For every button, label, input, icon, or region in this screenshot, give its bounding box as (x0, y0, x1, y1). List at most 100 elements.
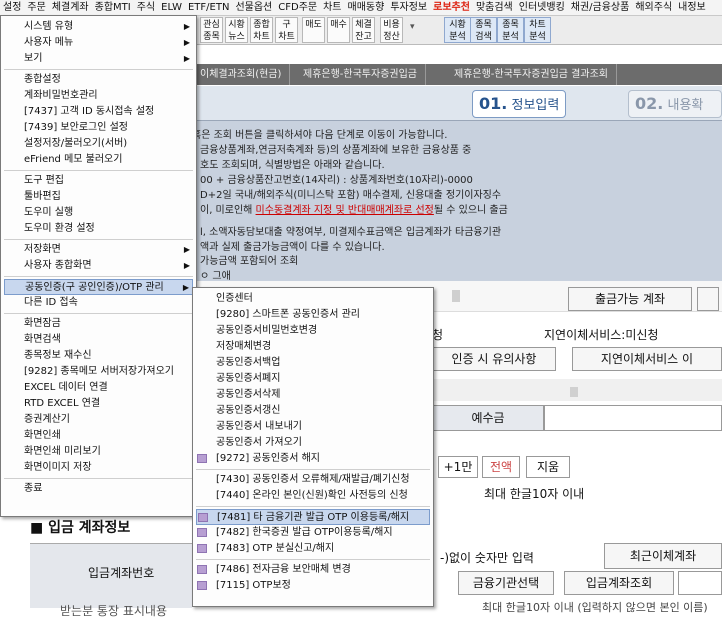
settings-menu: 시스템 유형 ▶ 사용자 메뉴 ▶ 보기 ▶ 종합설정 계좌비밀번호관리 [7437] 고객 I… (0, 15, 197, 517)
sub_menu-item-4[interactable]: 공동인증서백업 (196, 355, 430, 371)
main_menu-item-20[interactable]: 다른 ID 접속 (4, 295, 193, 311)
menubar-item-4[interactable]: 주식 (134, 0, 158, 15)
menubar-item-12[interactable]: 로보추천 (430, 0, 473, 15)
toolbar-button-5[interactable]: 매수 (327, 17, 350, 43)
sub_menu-item-15[interactable]: [7481] 타 금융기관 발급 OTP 이용등록/해지 (196, 509, 430, 525)
menubar-item-8[interactable]: CFD주문 (275, 0, 320, 15)
toolbar-button-line2: 차트 (253, 32, 270, 42)
menubar-item-2[interactable]: 체결계좌 (49, 0, 92, 15)
toolbar-button-6[interactable]: 체결 잔고 (352, 17, 375, 43)
main_menu-item-24[interactable]: 종목정보 재수신 (4, 348, 193, 364)
toolbar-button-0[interactable]: 관심 종목 (200, 17, 223, 43)
sub_menu-item-label: 공동인증서비밀번호변경 (216, 325, 318, 336)
toolbar-button-3[interactable]: 구 차트 (275, 17, 298, 43)
main_menu-item-33[interactable]: 종료 (4, 481, 193, 497)
bank-select-button[interactable]: 금융기관선택 (458, 571, 554, 595)
tab-0[interactable]: 이체결과조회(현금) (192, 64, 291, 85)
passbook-label: 받는분 통장 표시내용 (60, 604, 167, 618)
sub_menu-item-9[interactable]: 공동인증서 가져오기 (196, 435, 430, 451)
plus-10k-button[interactable]: +1만 (438, 456, 478, 478)
all-amount-button[interactable]: 전액 (482, 456, 520, 478)
delay-service-button[interactable]: 지연이체서비스 이 (572, 347, 722, 371)
menubar-item-15[interactable]: 채권/금융상품 (568, 0, 633, 15)
main_menu-item-2[interactable]: 보기 ▶ (4, 51, 193, 67)
menubar-item-0[interactable]: 설정 (0, 0, 24, 15)
sub_menu-item-1[interactable]: [9280] 스마트폰 공동인증서 관리 (196, 307, 430, 323)
main_menu-item-22[interactable]: 화면잠금 (4, 316, 193, 332)
toolbar-button-10[interactable]: 종목 분석 (497, 17, 524, 43)
sub_menu-item-10[interactable]: [9272] 공동인증서 해지 (196, 451, 430, 467)
main_menu-item-9[interactable]: eFriend 메모 불러오기 (4, 152, 193, 168)
menu-separator (4, 478, 193, 479)
main_menu-item-1[interactable]: 사용자 메뉴 ▶ (4, 35, 193, 51)
menu-separator (4, 69, 193, 70)
toolbar-button-1[interactable]: 시황 뉴스 (225, 17, 248, 43)
sub_menu-item-20[interactable]: [7115] OTP보정 (196, 578, 430, 594)
sub_menu-item-0[interactable]: 인증센터 (196, 291, 430, 307)
tab-1[interactable]: 제휴은행-한국투자증권입금 (295, 64, 427, 85)
main_menu-item-6[interactable]: [7437] 고객 ID 동시접속 설정 (4, 104, 193, 120)
main_menu-item-0[interactable]: 시스템 유형 ▶ (4, 19, 193, 35)
main_menu-item-30[interactable]: 화면인쇄 미리보기 (4, 444, 193, 460)
sub_menu-item-6[interactable]: 공동인증서삭제 (196, 387, 430, 403)
main_menu-item-4[interactable]: 종합설정 (4, 72, 193, 88)
menubar-item-13[interactable]: 맞춤검색 (473, 0, 516, 15)
toolbar-button-2[interactable]: 종합 차트 (250, 17, 273, 43)
main_menu-item-13[interactable]: 도우미 실행 (4, 205, 193, 221)
main_menu-item-8[interactable]: 설정저장/불러오기(서버) (4, 136, 193, 152)
toolbar-button-4[interactable]: 매도 (302, 17, 325, 43)
otp-icon (197, 528, 207, 537)
menubar-item-14[interactable]: 인터넷뱅킹 (516, 0, 568, 15)
menubar-item-10[interactable]: 매매동향 (345, 0, 388, 15)
account-lookup-button[interactable]: 입금계좌조회 (564, 571, 674, 595)
main_menu-item-11[interactable]: 도구 편집 (4, 173, 193, 189)
toolbar-more-icon[interactable]: ▾ (410, 22, 415, 32)
menubar-item-6[interactable]: ETF/ETN (185, 0, 232, 15)
menubar-item-11[interactable]: 투자정보 (387, 0, 430, 15)
main_menu-item-27[interactable]: RTD EXCEL 연결 (4, 396, 193, 412)
main_menu-item-5[interactable]: 계좌비밀번호관리 (4, 88, 193, 104)
clear-button[interactable]: 지움 (526, 456, 570, 478)
menubar-item-9[interactable]: 차트 (320, 0, 344, 15)
sub_menu-item-8[interactable]: 공동인증서 내보내기 (196, 419, 430, 435)
sub_menu-item-7[interactable]: 공동인증서갱신 (196, 403, 430, 419)
toolbar-button-9[interactable]: 종목 검색 (470, 17, 497, 43)
main_menu-item-12[interactable]: 툴바편집 (4, 189, 193, 205)
main_menu-item-16[interactable]: 저장화면 ▶ (4, 242, 193, 258)
toolbar-button-7[interactable]: 비용 정산 (380, 17, 403, 43)
menubar-item-3[interactable]: 종합MTI (92, 0, 134, 15)
main_menu-item-26[interactable]: EXCEL 데이터 연결 (4, 380, 193, 396)
account-extra-field[interactable] (678, 571, 722, 595)
sub_menu-item-19[interactable]: [7486] 전자금융 보안매체 변경 (196, 562, 430, 578)
sub_menu-item-12[interactable]: [7430] 공동인증서 오류해제/재발급/폐기신청 (196, 472, 430, 488)
main_menu-item-25[interactable]: [9282] 종목메모 서버저장가져오기 (4, 364, 193, 380)
sub_menu-item-5[interactable]: 공동인증서폐지 (196, 371, 430, 387)
recent-transfer-button[interactable]: 최근이체계좌 (604, 543, 722, 569)
menubar-item-1[interactable]: 주문 (24, 0, 48, 15)
checkbox[interactable] (697, 287, 719, 311)
menubar-item-7[interactable]: 선물옵션 (232, 0, 275, 15)
sub_menu-item-17[interactable]: [7483] OTP 분실신고/해지 (196, 541, 430, 557)
withdrawable-account-button[interactable]: 출금가능 계좌 (568, 287, 692, 311)
toolbar-button-8[interactable]: 시황 분석 (444, 17, 471, 43)
sub_menu-item-2[interactable]: 공동인증서비밀번호변경 (196, 323, 430, 339)
main_menu-item-29[interactable]: 화면인쇄 (4, 428, 193, 444)
main_menu-item-17[interactable]: 사용자 종합화면 ▶ (4, 258, 193, 274)
submenu-arrow-icon: ▶ (183, 261, 190, 270)
menubar-item-17[interactable]: 내정보 (675, 0, 709, 15)
sub_menu-item-3[interactable]: 저장매체변경 (196, 339, 430, 355)
main_menu-item-7[interactable]: [7439] 보안로그인 설정 (4, 120, 193, 136)
main_menu-item-23[interactable]: 화면검색 (4, 332, 193, 348)
menubar-item-16[interactable]: 해외주식 (632, 0, 675, 15)
main_menu-item-14[interactable]: 도우미 환경 설정 (4, 221, 193, 237)
main_menu-item-31[interactable]: 화면이미지 저장 (4, 460, 193, 476)
tab-2[interactable]: 제휴은행-한국투자증권입금 결과조회 (446, 64, 617, 85)
main_menu-item-28[interactable]: 증권계산기 (4, 412, 193, 428)
sub_menu-item-13[interactable]: [7440] 온라인 본인(신원)확인 사전등의 신청 (196, 488, 430, 504)
menubar-item-5[interactable]: ELW (158, 0, 185, 15)
main_menu-item-label: 다른 ID 접속 (24, 297, 78, 308)
toolbar-button-11[interactable]: 차트 분석 (524, 17, 551, 43)
sub_menu-item-16[interactable]: [7482] 한국증권 발급 OTP이용등록/해지 (196, 525, 430, 541)
main_menu-item-19[interactable]: 공동인증(구 공인인증)/OTP 관리 ▶ (4, 279, 193, 295)
cert-notice-button[interactable]: 인증 시 유의사항 (432, 347, 556, 371)
